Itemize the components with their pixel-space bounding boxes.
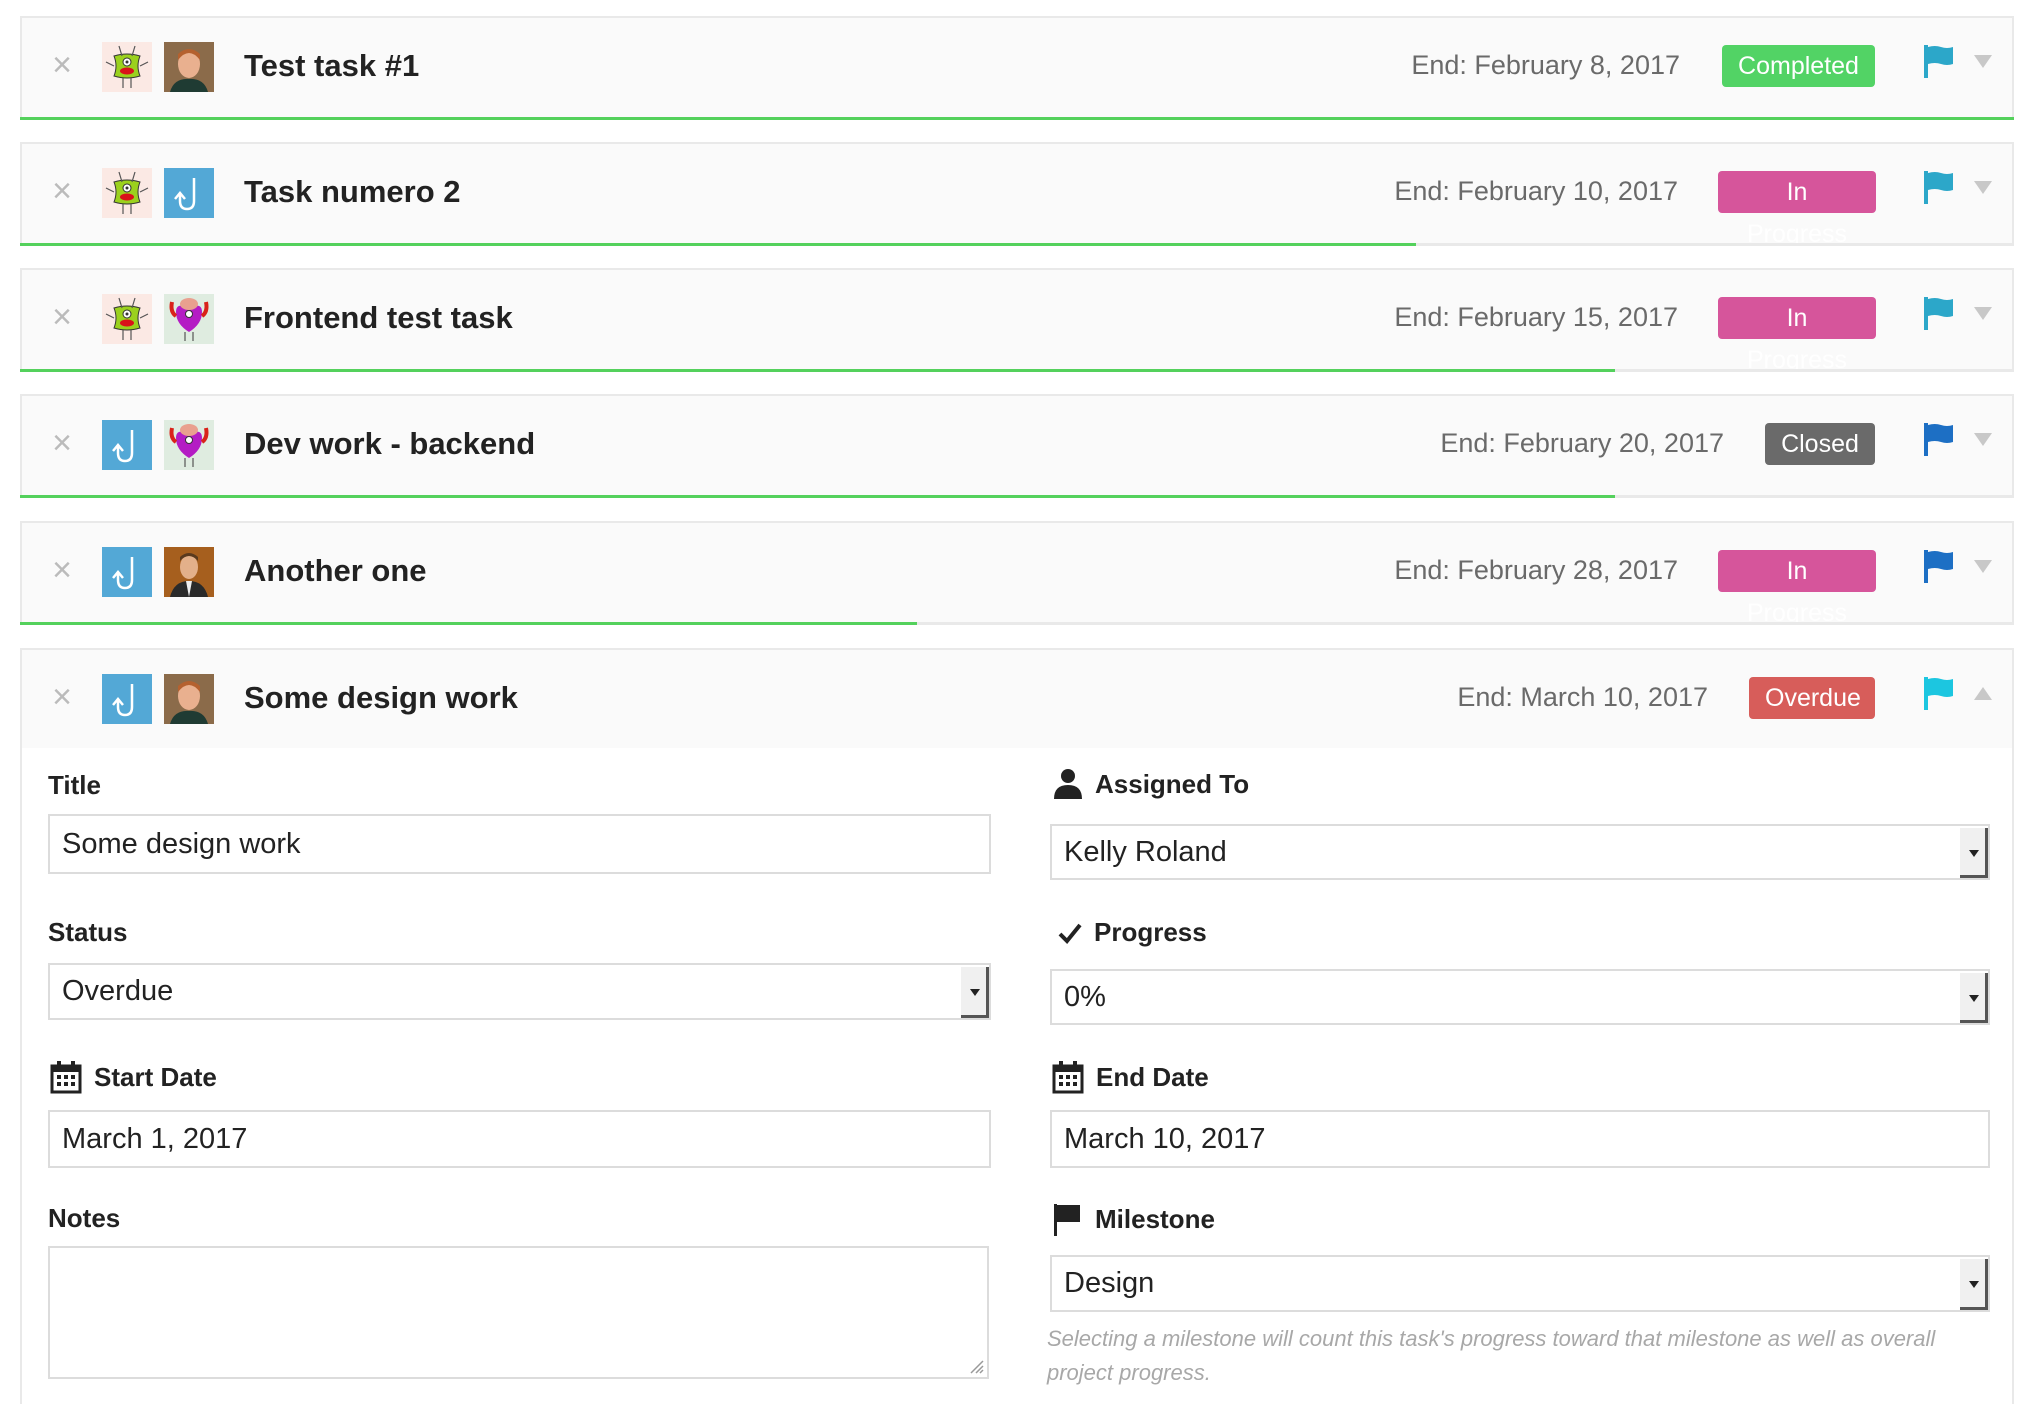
status-badge: Overdue [1749, 677, 1875, 719]
notes-label: Notes [48, 1203, 121, 1233]
avatar-monster-purple [164, 294, 214, 344]
end-date: End: February 20, 2017 [1440, 428, 1724, 458]
flag-icon[interactable] [1923, 44, 1955, 78]
chevron-up-icon[interactable] [1974, 686, 1992, 700]
task-header[interactable]: × Dev work - backend End: February 20, 201… [22, 396, 2012, 494]
assigned-to-select[interactable]: Kelly Roland [1050, 824, 1990, 880]
progress-bar-fill [20, 495, 1616, 498]
avatar-monster-green [102, 42, 152, 92]
check-icon [1058, 922, 1082, 944]
task-title[interactable]: Dev work - backend [244, 426, 535, 462]
milestone-select[interactable]: Design [1050, 1255, 1990, 1312]
task-header[interactable]: × Some design work End: March 10, 2017 Over… [22, 650, 2012, 748]
progress-bar [20, 622, 2014, 625]
close-icon[interactable]: × [48, 174, 76, 208]
end-date: End: March 10, 2017 [1457, 682, 1708, 712]
close-icon[interactable]: × [48, 680, 76, 714]
assigned-to-label: Assigned To [1053, 768, 1249, 800]
task-title[interactable]: Test task #1 [244, 48, 419, 84]
task-card[interactable]: × Another one End: February 28, 2017 In Pro… [20, 521, 2014, 627]
task-card[interactable]: × Frontend test task End: February 15, 201… [20, 268, 2014, 374]
user-icon [1053, 768, 1083, 800]
avatar-person-man [164, 547, 214, 597]
title-input[interactable]: Some design work [48, 814, 991, 874]
select-arrow-icon [1960, 973, 1988, 1023]
avatar-person-woman [164, 674, 214, 724]
flag-icon [1053, 1202, 1083, 1236]
chevron-down-icon[interactable] [1974, 559, 1992, 573]
task-title[interactable]: Frontend test task [244, 300, 513, 336]
flag-icon[interactable] [1923, 422, 1955, 456]
progress-label: Progress [1058, 917, 1207, 948]
task-header[interactable]: × Another one End: February 28, 2017 In Pro… [22, 523, 2012, 627]
calendar-icon [50, 1060, 82, 1094]
end-date: End: February 8, 2017 [1411, 50, 1680, 80]
title-label: Title [48, 770, 101, 800]
avatar-person-woman [164, 42, 214, 92]
task-card[interactable]: × Dev work - backend End: February 20, 201… [20, 394, 2014, 498]
avatar-hook-logo [102, 420, 152, 470]
end-date-input[interactable]: March 10, 2017 [1050, 1110, 1990, 1168]
task-header[interactable]: × Test task #1 End: February 8, 2017 Comple… [22, 18, 2012, 116]
progress-bar [20, 495, 2014, 498]
notes-textarea[interactable] [48, 1246, 989, 1379]
task-title[interactable]: Another one [244, 553, 427, 589]
progress-bar [20, 369, 2014, 372]
flag-icon[interactable] [1923, 170, 1955, 204]
status-badge: In Progress [1718, 550, 1876, 627]
progress-bar [20, 117, 2014, 120]
start-date-label: Start Date [50, 1060, 217, 1094]
end-date: End: February 10, 2017 [1394, 176, 1678, 206]
chevron-down-icon[interactable] [1974, 54, 1992, 68]
avatar-monster-green [102, 168, 152, 218]
select-arrow-icon [1960, 828, 1988, 878]
flag-icon[interactable] [1923, 676, 1955, 710]
avatar-hook-logo [102, 674, 152, 724]
avatar-hook-logo [102, 547, 152, 597]
status-label: Status [48, 917, 128, 947]
close-icon[interactable]: × [48, 48, 76, 82]
task-title[interactable]: Task numero 2 [244, 174, 461, 210]
progress-bar-fill [20, 369, 1616, 372]
avatar-hook-logo [164, 168, 214, 218]
close-icon[interactable]: × [48, 426, 76, 460]
status-select[interactable]: Overdue [48, 963, 991, 1020]
status-badge: Closed [1765, 423, 1875, 465]
progress-bar-fill [20, 243, 1416, 246]
end-date: End: February 28, 2017 [1394, 555, 1678, 585]
progress-select[interactable]: 0% [1050, 969, 1990, 1025]
chevron-down-icon[interactable] [1974, 432, 1992, 446]
flag-icon[interactable] [1923, 296, 1955, 330]
task-card[interactable]: × Test task #1 End: February 8, 2017 Comple… [20, 16, 2014, 120]
status-badge: Completed [1722, 45, 1875, 87]
calendar-icon [1052, 1060, 1084, 1094]
progress-bar-fill [20, 622, 918, 625]
task-title[interactable]: Some design work [244, 680, 518, 716]
select-arrow-icon [961, 967, 989, 1018]
select-arrow-icon [1960, 1259, 1988, 1310]
end-date-label: End Date [1052, 1060, 1209, 1094]
progress-bar [20, 243, 2014, 246]
task-header[interactable]: × Task numero 2 End: February 10, 2017 In P… [22, 144, 2012, 248]
task-card[interactable]: × Task numero 2 End: February 10, 2017 In P… [20, 142, 2014, 248]
flag-icon[interactable] [1923, 549, 1955, 583]
end-date: End: February 15, 2017 [1394, 302, 1678, 332]
task-header[interactable]: × Frontend test task End: February 15, 201… [22, 270, 2012, 374]
avatar-monster-purple [164, 420, 214, 470]
chevron-down-icon[interactable] [1974, 306, 1992, 320]
resize-handle-icon[interactable] [968, 1358, 984, 1374]
milestone-label: Milestone [1053, 1202, 1215, 1236]
milestone-help-text: Selecting a milestone will count this ta… [1047, 1326, 1936, 1385]
progress-bar-fill [20, 117, 2014, 120]
status-badge: In Progress [1718, 171, 1876, 248]
close-icon[interactable]: × [48, 300, 76, 334]
start-date-input[interactable]: March 1, 2017 [48, 1110, 991, 1168]
chevron-down-icon[interactable] [1974, 180, 1992, 194]
close-icon[interactable]: × [48, 553, 76, 587]
avatar-monster-green [102, 294, 152, 344]
status-badge: In Progress [1718, 297, 1876, 374]
